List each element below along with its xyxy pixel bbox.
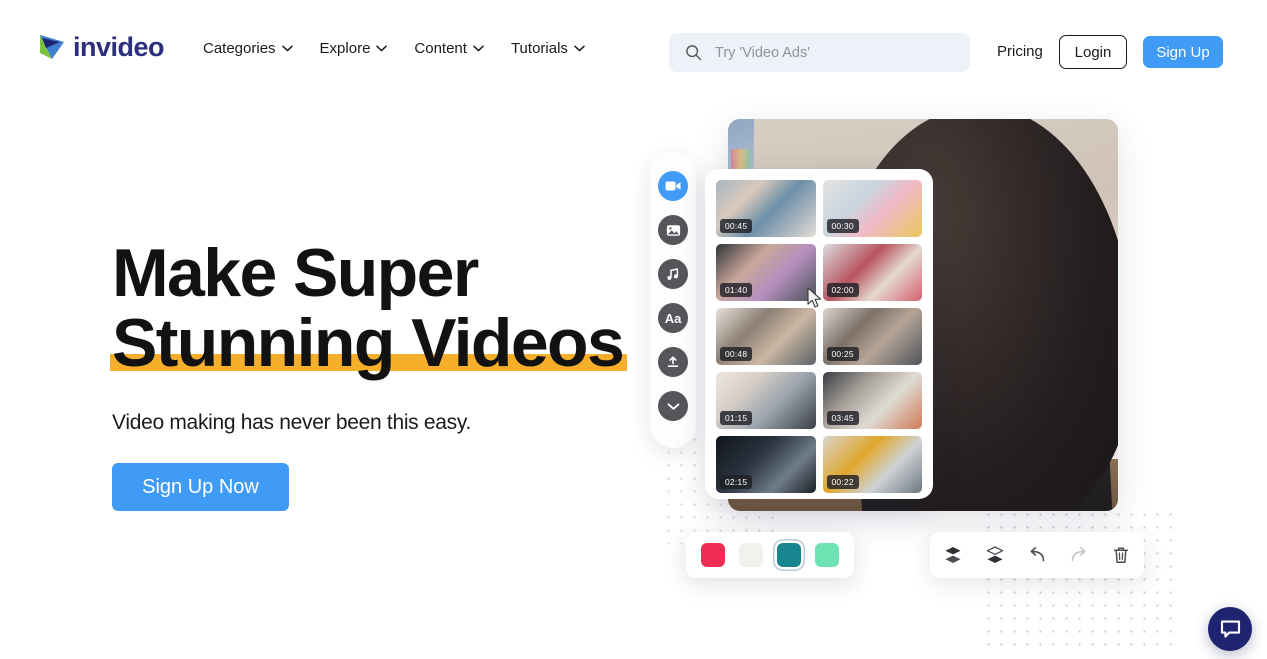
clip-duration: 00:22 <box>826 475 859 489</box>
clip-item[interactable]: 01:15 <box>716 372 816 429</box>
site-header: invideo Categories Explore Content Tutor… <box>0 0 1267 104</box>
clip-duration: 01:15 <box>720 411 753 425</box>
chat-widget-button[interactable] <box>1208 607 1252 651</box>
search-icon <box>686 45 702 61</box>
clip-item[interactable]: 02:15 <box>716 436 816 493</box>
clip-duration: 03:45 <box>826 411 859 425</box>
send-backward-icon[interactable] <box>985 545 1005 565</box>
nav-label: Explore <box>319 40 371 57</box>
image-icon <box>666 224 680 236</box>
clip-duration: 00:45 <box>720 219 753 233</box>
editor-action-toolbar <box>930 532 1144 578</box>
clip-duration: 02:15 <box>720 475 753 489</box>
clip-item[interactable]: 00:22 <box>822 436 922 493</box>
editor-left-toolbar: Aa <box>650 152 696 448</box>
nav-label: Categories <box>203 40 276 57</box>
mouse-cursor-icon <box>807 287 822 308</box>
color-swatch-teal[interactable] <box>777 543 801 567</box>
chat-bubble-icon <box>1220 620 1240 638</box>
toolbar-music-button[interactable] <box>658 259 688 289</box>
clip-item[interactable]: 01:40 <box>716 244 816 301</box>
color-swatch-white[interactable] <box>739 543 763 567</box>
color-swatch-mint[interactable] <box>815 543 839 567</box>
clip-item[interactable]: 03:45 <box>822 372 922 429</box>
clip-duration: 00:25 <box>826 347 859 361</box>
toolbar-image-button[interactable] <box>658 215 688 245</box>
redo-icon[interactable] <box>1069 545 1089 565</box>
chevron-down-icon <box>281 45 293 52</box>
play-triangle-logo-icon <box>40 35 64 59</box>
brand-name: invideo <box>73 31 165 62</box>
signup-now-button[interactable]: Sign Up Now <box>112 463 289 512</box>
toolbar-video-button[interactable] <box>658 171 688 201</box>
login-button[interactable]: Login <box>1059 35 1127 69</box>
hero-subtitle: Video making has never been this easy. <box>112 411 472 435</box>
nav-item-explore[interactable]: Explore <box>320 40 388 57</box>
invideo-landing-page: invideo Categories Explore Content Tutor… <box>0 0 1267 659</box>
clip-duration: 00:48 <box>720 347 753 361</box>
toolbar-more-button[interactable] <box>658 391 688 421</box>
nav-label: Tutorials <box>510 40 568 57</box>
clip-item[interactable]: 00:45 <box>716 180 816 237</box>
decorative-dot-grid-right <box>982 508 1182 653</box>
search-bar[interactable] <box>669 33 970 72</box>
toolbar-text-button[interactable]: Aa <box>658 303 688 333</box>
text-icon: Aa <box>664 310 682 326</box>
search-input[interactable] <box>715 44 954 61</box>
nav-label: Content <box>414 40 467 57</box>
clip-library-panel: 00:45 00:30 01:40 02:00 00:48 00:25 01:1… <box>705 169 933 499</box>
clip-duration: 00:30 <box>826 219 859 233</box>
clip-item[interactable]: 00:25 <box>822 308 922 365</box>
chevron-down-icon <box>473 45 484 52</box>
hero-content: Make Super Stunning Videos Video making … <box>110 235 632 512</box>
nav-item-categories[interactable]: Categories <box>203 40 293 57</box>
chevron-down-icon <box>376 45 388 52</box>
chevron-down-icon <box>667 402 679 410</box>
upload-icon <box>667 356 679 367</box>
nav-item-tutorials[interactable]: Tutorials <box>511 40 585 57</box>
headline-line-2-wrap: Stunning Videos <box>110 305 628 382</box>
clip-duration: 02:00 <box>826 283 859 297</box>
video-icon <box>665 181 681 191</box>
color-swatch-red[interactable] <box>701 543 725 567</box>
bring-forward-icon[interactable] <box>943 545 963 565</box>
headline-line-1: Make Super <box>112 235 479 311</box>
pricing-link[interactable]: Pricing <box>997 43 1043 60</box>
music-icon <box>667 268 679 280</box>
clip-item[interactable]: 02:00 <box>822 244 922 301</box>
color-swatch-panel <box>686 532 854 578</box>
nav-item-content[interactable]: Content <box>414 40 484 57</box>
main-navigation: Categories Explore Content Tutorials <box>203 40 585 57</box>
chevron-down-icon <box>574 45 585 52</box>
signup-button[interactable]: Sign Up <box>1143 36 1223 68</box>
undo-icon[interactable] <box>1027 545 1047 565</box>
brand-logo[interactable]: invideo <box>38 31 165 62</box>
clip-item[interactable]: 00:30 <box>822 180 922 237</box>
clip-duration: 01:40 <box>720 283 753 297</box>
headline-line-2: Stunning Videos <box>112 305 625 382</box>
clip-item[interactable]: 00:48 <box>716 308 816 365</box>
toolbar-upload-button[interactable] <box>658 347 688 377</box>
page-title: Make Super Stunning Videos <box>110 235 632 382</box>
editor-mockup: Aa 00:45 00:30 01:40 02:00 00:48 00:25 0… <box>620 100 1220 653</box>
delete-icon[interactable] <box>1111 545 1131 565</box>
